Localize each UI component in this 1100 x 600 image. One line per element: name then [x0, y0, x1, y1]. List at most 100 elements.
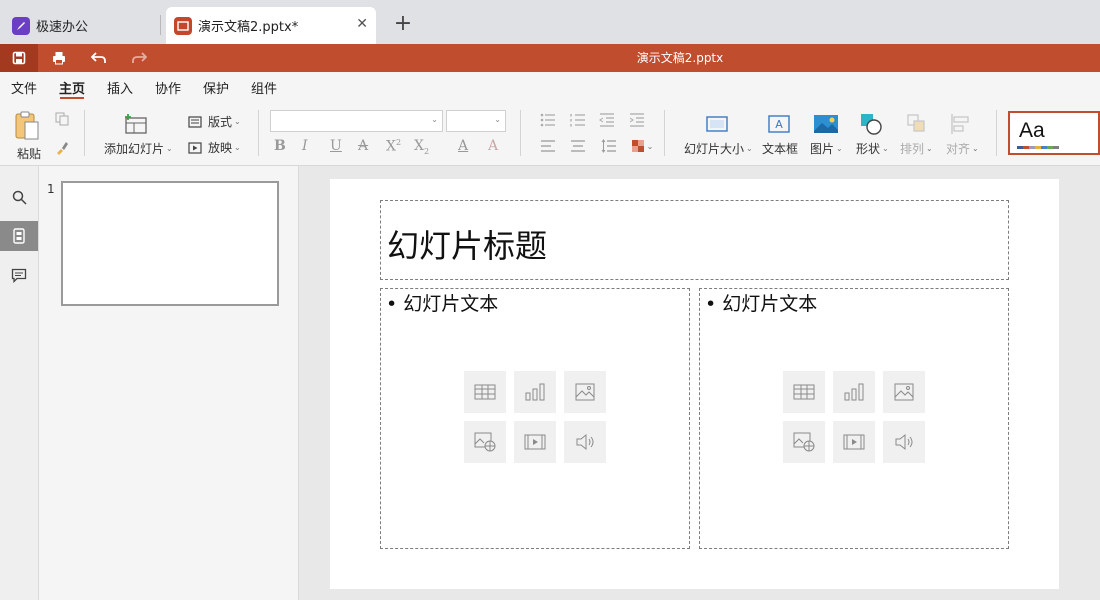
add-slide-label[interactable]: 添加幻灯片 ⌄ [104, 140, 173, 157]
tab-home[interactable]: 极速办公 [6, 7, 156, 44]
menu-insert[interactable]: 插入 [107, 78, 133, 97]
tab-home-label: 极速办公 [36, 20, 89, 35]
slide-thumbnail[interactable] [61, 181, 279, 306]
menu-home[interactable]: 主页 [59, 78, 85, 97]
ribbon-divider [996, 110, 997, 156]
paste-label: 粘贴 [17, 147, 42, 161]
slide-size-label[interactable]: 幻灯片大小 ⌄ [684, 140, 753, 157]
theme-gallery-item[interactable]: Aa [1008, 111, 1100, 155]
image-text: 图片 [810, 142, 835, 156]
insert-chart-button[interactable] [514, 371, 556, 413]
shape-button[interactable] [858, 111, 884, 137]
chevron-down-icon: ⌄ [972, 144, 979, 153]
italic-icon[interactable]: I [302, 138, 308, 154]
image-label[interactable]: 图片 ⌄ [810, 140, 843, 157]
play-label: 放映 [208, 141, 233, 155]
layout-button[interactable]: 版式 ⌄ [188, 113, 241, 130]
tab-bar: 极速办公 演示文稿2.pptx* ✕ + [0, 0, 1100, 44]
line-spacing-button[interactable] [598, 138, 620, 154]
close-icon[interactable]: ✕ [356, 16, 368, 32]
slide-size-icon [706, 116, 728, 132]
format-painter-button[interactable] [54, 140, 70, 156]
arrange-button[interactable] [904, 112, 930, 136]
new-tab-button[interactable]: + [392, 10, 414, 38]
insert-video-button[interactable] [514, 421, 556, 463]
chevron-down-icon: ⌄ [431, 115, 438, 124]
textbox-button[interactable]: A [766, 112, 792, 136]
insert-audio-button[interactable] [564, 421, 606, 463]
layout-label: 版式 [208, 115, 233, 129]
fill-color-button[interactable]: ⌄ [628, 138, 656, 154]
align-center-button[interactable] [566, 138, 590, 154]
play-icon [188, 141, 202, 154]
insert-image-button[interactable] [564, 371, 606, 413]
brush-icon [57, 142, 68, 155]
slide-size-button[interactable] [704, 112, 730, 136]
menu-file[interactable]: 文件 [11, 78, 37, 97]
color-fill-icon [631, 140, 644, 152]
chevron-down-icon: ⌄ [926, 144, 933, 153]
speaker-icon [576, 433, 594, 451]
chevron-down-icon: ⌄ [882, 144, 889, 153]
content-placeholder-left[interactable]: • 幻灯片文本 [380, 288, 690, 549]
paste-button[interactable] [12, 110, 42, 142]
decrease-indent-button[interactable] [598, 112, 616, 128]
arrange-label[interactable]: 排列 ⌄ [900, 140, 933, 157]
menu-collaborate[interactable]: 协作 [155, 78, 181, 97]
title-placeholder[interactable]: 幻灯片标题 [380, 200, 1009, 280]
align-label[interactable]: 对齐 ⌄ [946, 140, 979, 157]
shape-label[interactable]: 形状 ⌄ [856, 140, 889, 157]
tab-document-label: 演示文稿2.pptx* [198, 20, 299, 35]
title-bar: 演示文稿2.pptx [0, 44, 1100, 72]
save-button[interactable] [0, 44, 38, 72]
active-menu-indicator [60, 97, 84, 99]
body-text: • 幻灯片文本 [705, 293, 818, 315]
copy-icon [55, 112, 69, 126]
outdent-icon [599, 113, 614, 127]
print-button[interactable] [44, 44, 74, 72]
insert-table-button[interactable] [464, 371, 506, 413]
font-size-select[interactable]: ⌄ [446, 110, 506, 132]
subscript-icon[interactable]: X2 [414, 138, 429, 156]
insert-online-image-button[interactable] [464, 421, 506, 463]
align-left-icon [541, 140, 555, 152]
chevron-down-icon: ⌄ [166, 144, 173, 153]
redo-button[interactable] [124, 44, 154, 72]
slide-canvas: 幻灯片标题 • 幻灯片文本 • 幻灯片文本 [299, 166, 1100, 600]
font-name-select[interactable]: ⌄ [270, 110, 443, 132]
add-slide-button[interactable] [122, 112, 150, 136]
clear-format-icon[interactable]: A [488, 138, 498, 154]
undo-button[interactable] [84, 44, 114, 72]
increase-indent-button[interactable] [628, 112, 646, 128]
insert-chart-button[interactable] [833, 371, 875, 413]
insert-audio-button[interactable] [883, 421, 925, 463]
font-color-icon[interactable]: A [458, 138, 468, 154]
insert-online-image-button[interactable] [783, 421, 825, 463]
numbered-list-button[interactable] [566, 112, 590, 128]
search-button[interactable] [0, 182, 38, 212]
superscript-icon[interactable]: X2 [386, 138, 401, 155]
play-button[interactable]: 放映 ⌄ [188, 139, 241, 156]
slides-panel-button[interactable] [0, 221, 38, 251]
chevron-down-icon: ⌄ [746, 144, 753, 153]
align-left-button[interactable] [536, 138, 560, 154]
tab-document[interactable]: 演示文稿2.pptx* ✕ [166, 7, 376, 44]
copy-button[interactable] [54, 111, 70, 127]
insert-image-button[interactable] [883, 371, 925, 413]
strikethrough-icon[interactable]: A [358, 138, 368, 154]
slides-icon [13, 228, 25, 244]
bold-icon[interactable]: B [274, 138, 286, 154]
align-button[interactable] [948, 112, 974, 136]
underline-icon[interactable]: U [330, 138, 342, 154]
insert-table-button[interactable] [783, 371, 825, 413]
image-button[interactable] [812, 112, 840, 136]
comments-button[interactable] [0, 260, 38, 290]
content-placeholder-right[interactable]: • 幻灯片文本 [699, 288, 1009, 549]
bullet-list-button[interactable] [536, 112, 560, 128]
shape-text: 形状 [856, 142, 881, 156]
slide-thumbnails-pane: 1 [39, 166, 299, 600]
menu-components[interactable]: 组件 [251, 78, 277, 97]
insert-video-button[interactable] [833, 421, 875, 463]
menu-protect[interactable]: 保护 [203, 78, 229, 97]
add-slide-icon [125, 114, 147, 134]
